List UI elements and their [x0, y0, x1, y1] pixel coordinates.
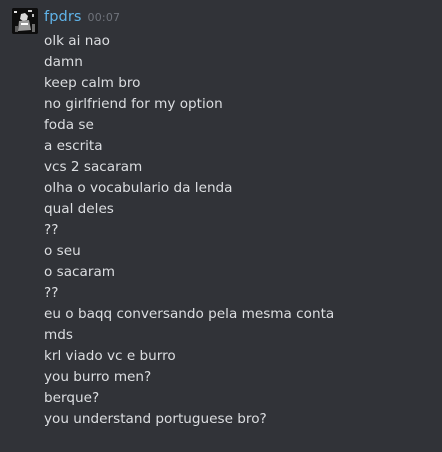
- message-line: you understand portuguese bro?: [44, 411, 267, 427]
- username[interactable]: fpdrs: [44, 9, 82, 25]
- message-line: ??: [44, 285, 59, 301]
- message-line: ??: [44, 222, 59, 238]
- message-line: no girlfriend for my option: [44, 96, 223, 112]
- message-line: olha o vocabulario da lenda: [44, 180, 233, 196]
- message-line: eu o baqq conversando pela mesma conta: [44, 306, 335, 322]
- avatar[interactable]: [12, 8, 38, 34]
- message-line: qual deles: [44, 201, 114, 217]
- message-line: vcs 2 sacaram: [44, 159, 143, 175]
- avatar-image: [12, 8, 38, 34]
- message-line: krl viado vc e burro: [44, 348, 176, 364]
- message-line: berque?: [44, 390, 100, 406]
- message-line: foda se: [44, 117, 94, 133]
- message-line: damn: [44, 54, 83, 70]
- message-header: fpdrs 00:07: [44, 9, 120, 29]
- message-line: mds: [44, 327, 73, 343]
- chat-message-group: fpdrs 00:07 olk ai nao damn keep calm br…: [0, 0, 442, 452]
- message-line: you burro men?: [44, 369, 152, 385]
- message-line: o sacaram: [44, 264, 116, 280]
- message-line: keep calm bro: [44, 75, 141, 91]
- message-line: olk ai nao: [44, 33, 110, 49]
- timestamp[interactable]: 00:07: [88, 11, 121, 24]
- message-line: o seu: [44, 243, 81, 259]
- message-lines: olk ai nao damn keep calm bro no girlfri…: [44, 31, 334, 430]
- message-line: a escrita: [44, 138, 103, 154]
